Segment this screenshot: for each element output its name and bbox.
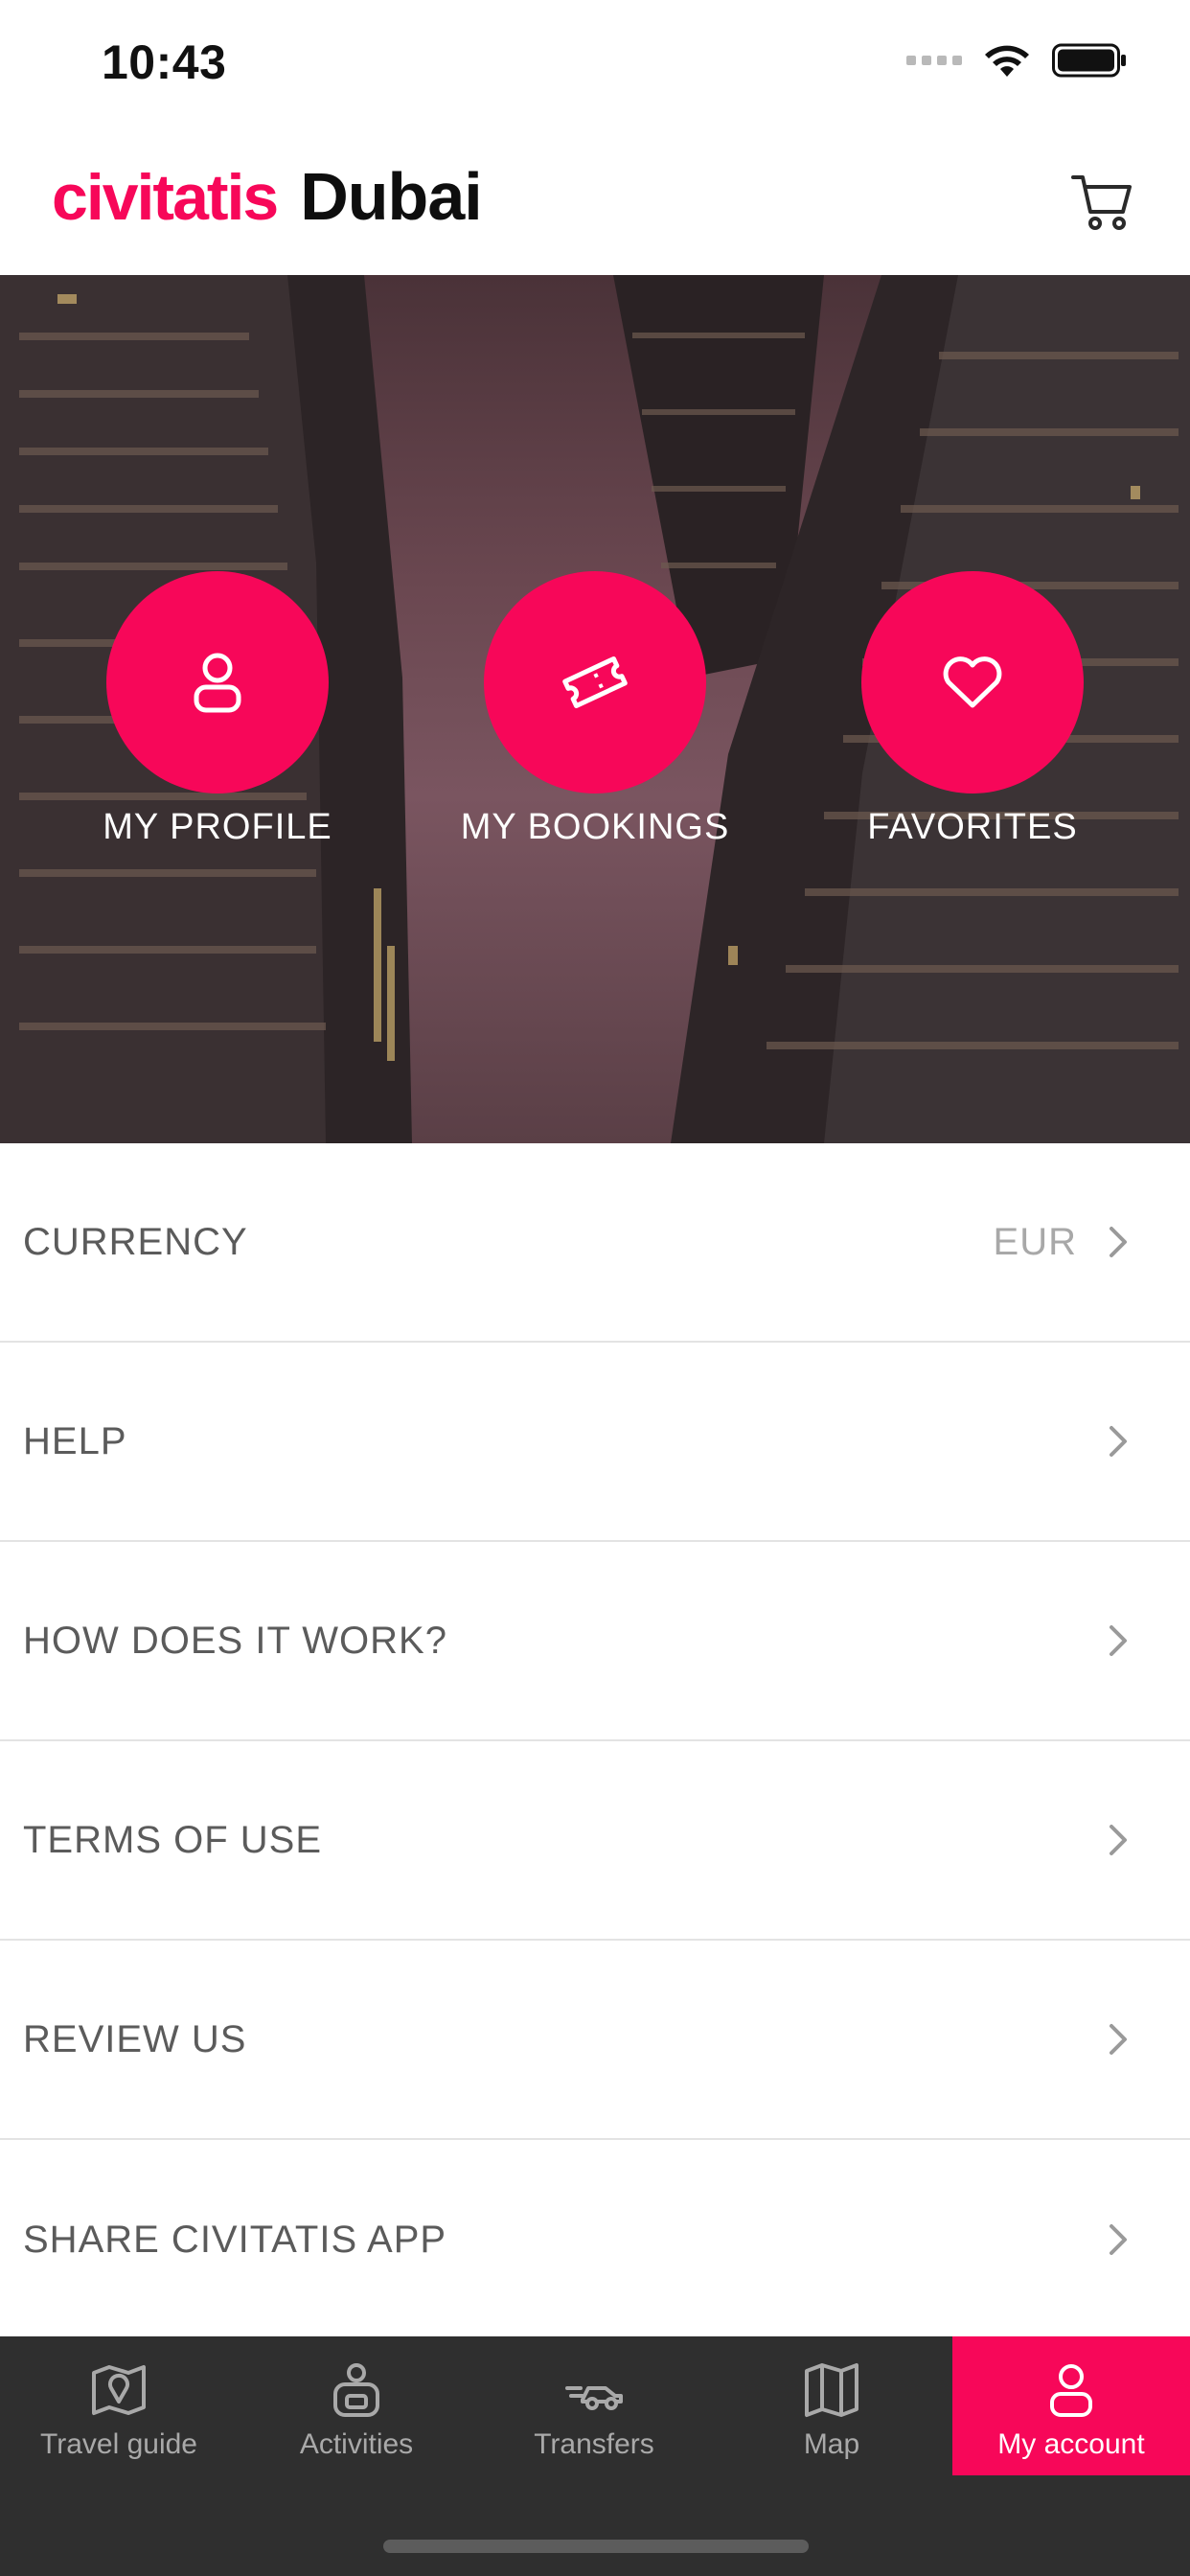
tab-my-account[interactable]: My account xyxy=(952,2336,1190,2475)
settings-menu: CURRENCY EUR HELP HOW DOES IT WORK? TERM… xyxy=(0,1143,1190,2339)
map-pin-icon xyxy=(92,2365,146,2415)
menu-item-review-us[interactable]: REVIEW US xyxy=(0,1941,1190,2140)
my-bookings-button[interactable]: MY BOOKINGS xyxy=(451,571,739,848)
menu-item-label: CURRENCY xyxy=(23,1220,248,1263)
tab-transfers[interactable]: Transfers xyxy=(475,2336,713,2475)
chevron-right-icon xyxy=(1110,2224,1127,2255)
home-indicator xyxy=(383,2540,809,2553)
chevron-right-icon xyxy=(1110,1227,1127,1257)
bottom-tab-bar: Travel guide Activities Transfers Map My… xyxy=(0,2336,1190,2576)
menu-item-currency[interactable]: CURRENCY EUR xyxy=(0,1143,1190,1343)
tab-activities[interactable]: Activities xyxy=(238,2336,475,2475)
my-bookings-label: MY BOOKINGS xyxy=(460,807,730,847)
heart-icon xyxy=(943,656,1002,708)
menu-item-how-does-it-work[interactable]: HOW DOES IT WORK? xyxy=(0,1542,1190,1741)
my-profile-label: MY PROFILE xyxy=(103,807,332,847)
menu-item-label: TERMS OF USE xyxy=(23,1818,323,1861)
tab-map[interactable]: Map xyxy=(713,2336,950,2475)
battery-icon xyxy=(1052,43,1126,78)
menu-item-share-app[interactable]: SHARE CIVITATIS APP xyxy=(0,2140,1190,2339)
user-icon xyxy=(1050,2364,1092,2417)
menu-item-help[interactable]: HELP xyxy=(0,1343,1190,1542)
tab-travel-guide[interactable]: Travel guide xyxy=(0,2336,238,2475)
chevron-right-icon xyxy=(1110,1625,1127,1656)
map-icon xyxy=(805,2363,858,2417)
tab-label: Transfers xyxy=(534,2428,654,2460)
status-icons xyxy=(906,42,1127,79)
city-title: Dubai xyxy=(300,159,482,234)
menu-item-label: HELP xyxy=(23,1419,127,1462)
ticket-icon xyxy=(562,656,628,709)
chevron-right-icon xyxy=(1110,1825,1127,1855)
menu-item-label: HOW DOES IT WORK? xyxy=(23,1619,447,1662)
my-profile-button[interactable]: MY PROFILE xyxy=(74,571,361,848)
favorites-label: FAVORITES xyxy=(867,807,1078,847)
activities-icon xyxy=(333,2363,379,2417)
my-bookings-circle xyxy=(484,571,706,794)
tab-label: Travel guide xyxy=(40,2428,197,2460)
brand-logo: civitatis xyxy=(52,161,279,234)
favorites-button[interactable]: FAVORITES xyxy=(829,571,1116,848)
favorites-circle xyxy=(861,571,1084,794)
cart-button[interactable] xyxy=(1069,168,1136,235)
cellular-signal-icon xyxy=(906,56,962,65)
tab-label: Map xyxy=(803,2428,860,2460)
hero-banner: MY PROFILE MY BOOKINGS FAVORITES xyxy=(0,275,1190,1143)
chevron-right-icon xyxy=(1110,2024,1127,2055)
menu-item-terms-of-use[interactable]: TERMS OF USE xyxy=(0,1741,1190,1941)
user-icon xyxy=(194,653,241,713)
brand: civitatis Dubai xyxy=(52,158,483,235)
app-header: civitatis Dubai xyxy=(0,129,1190,275)
menu-item-label: SHARE CIVITATIS APP xyxy=(23,2218,447,2261)
tab-label: Activities xyxy=(299,2428,414,2460)
menu-item-label: REVIEW US xyxy=(23,2017,247,2060)
cart-icon xyxy=(1071,175,1132,230)
tab-label: My account xyxy=(997,2428,1145,2460)
my-profile-circle xyxy=(106,571,329,794)
wifi-icon xyxy=(985,45,1029,77)
car-icon xyxy=(565,2386,623,2410)
status-time: 10:43 xyxy=(102,35,227,89)
status-bar: 10:43 xyxy=(0,0,1190,129)
currency-value: EUR xyxy=(993,1220,1077,1263)
chevron-right-icon xyxy=(1110,1426,1127,1457)
